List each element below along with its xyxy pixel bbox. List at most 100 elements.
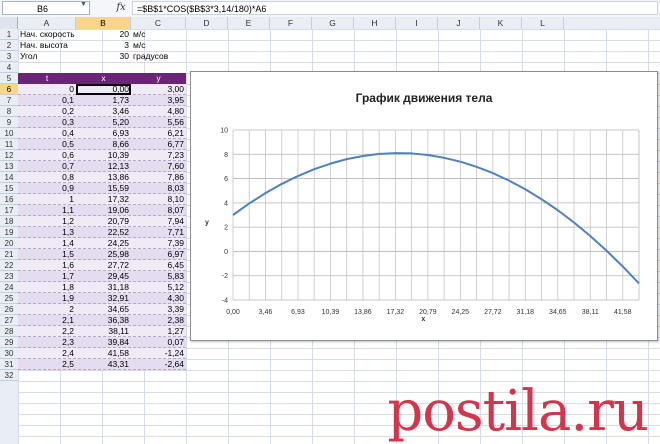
row-header-5[interactable]: 5 <box>0 73 18 84</box>
formula-input[interactable]: =$B$1*COS($B$3*3,14/180)*A6 <box>132 1 658 15</box>
table-cell-x[interactable]: 36,38 <box>76 315 129 326</box>
table-cell-y[interactable]: 3,39 <box>131 304 184 315</box>
table-cell-t[interactable]: 0 <box>18 84 74 95</box>
row-header-27[interactable]: 27 <box>0 315 18 326</box>
row-header-8[interactable]: 8 <box>0 106 18 117</box>
table-cell-t[interactable]: 0,8 <box>18 172 74 183</box>
table-cell-x[interactable]: 5,20 <box>76 117 129 128</box>
row-header-30[interactable]: 30 <box>0 348 18 359</box>
table-cell-x[interactable]: 29,45 <box>76 271 129 282</box>
row-header-20[interactable]: 20 <box>0 238 18 249</box>
table-cell-x[interactable]: 13,86 <box>76 172 129 183</box>
table-cell-x[interactable]: 3,46 <box>76 106 129 117</box>
row-header-1[interactable]: 1 <box>0 29 18 40</box>
table-cell-x[interactable]: 1,73 <box>76 95 129 106</box>
table-cell-t[interactable]: 1,3 <box>18 227 74 238</box>
column-header-e[interactable]: E <box>228 17 270 29</box>
table-cell-t[interactable]: 1,9 <box>18 293 74 304</box>
table-cell-t[interactable]: 0,2 <box>18 106 74 117</box>
row-header-23[interactable]: 23 <box>0 271 18 282</box>
table-cell-t[interactable]: 1,2 <box>18 216 74 227</box>
table-cell-t[interactable]: 2,4 <box>18 348 74 359</box>
row-header-9[interactable]: 9 <box>0 117 18 128</box>
row-header-18[interactable]: 18 <box>0 216 18 227</box>
table-cell-x[interactable]: 19,06 <box>76 205 129 216</box>
table-cell-t[interactable]: 1,7 <box>18 271 74 282</box>
table-cell-x[interactable]: 6,93 <box>76 128 129 139</box>
row-header-29[interactable]: 29 <box>0 337 18 348</box>
table-cell-x[interactable]: 24,25 <box>76 238 129 249</box>
param-value[interactable]: 20 <box>76 29 129 40</box>
table-cell-x[interactable]: 34,65 <box>76 304 129 315</box>
table-cell-t[interactable]: 1,6 <box>18 260 74 271</box>
table-cell-x[interactable]: 22,52 <box>76 227 129 238</box>
table-cell-t[interactable]: 1 <box>18 194 74 205</box>
table-cell-t[interactable]: 0,5 <box>18 139 74 150</box>
column-header-j[interactable]: J <box>438 17 480 29</box>
table-cell-x[interactable]: 15,59 <box>76 183 129 194</box>
table-cell-t[interactable]: 2,3 <box>18 337 74 348</box>
table-cell-y[interactable]: 8,10 <box>131 194 184 205</box>
table-cell-x[interactable]: 43,31 <box>76 359 129 370</box>
column-header-f[interactable]: F <box>270 17 312 29</box>
row-header-12[interactable]: 12 <box>0 150 18 161</box>
row-header-24[interactable]: 24 <box>0 282 18 293</box>
column-header-l[interactable]: L <box>522 17 564 29</box>
table-cell-t[interactable]: 0,1 <box>18 95 74 106</box>
row-header-7[interactable]: 7 <box>0 95 18 106</box>
table-cell-x[interactable]: 27,72 <box>76 260 129 271</box>
row-header-4[interactable]: 4 <box>0 62 18 73</box>
table-cell-y[interactable]: 7,71 <box>131 227 184 238</box>
table-cell-x[interactable]: 31,18 <box>76 282 129 293</box>
row-header-32[interactable]: 32 <box>0 370 18 381</box>
table-header-x[interactable]: x <box>76 73 131 84</box>
table-cell-x[interactable]: 20,79 <box>76 216 129 227</box>
row-header-25[interactable]: 25 <box>0 293 18 304</box>
table-cell-y[interactable]: 8,03 <box>131 183 184 194</box>
column-header-b[interactable]: B <box>76 17 131 29</box>
table-cell-t[interactable]: 0,4 <box>18 128 74 139</box>
row-header-15[interactable]: 15 <box>0 183 18 194</box>
row-header-28[interactable]: 28 <box>0 326 18 337</box>
row-header-2[interactable]: 2 <box>0 40 18 51</box>
table-cell-t[interactable]: 0,6 <box>18 150 74 161</box>
table-cell-t[interactable]: 2,1 <box>18 315 74 326</box>
table-cell-t[interactable]: 0,3 <box>18 117 74 128</box>
table-cell-t[interactable]: 0,9 <box>18 183 74 194</box>
table-cell-y[interactable]: 3,00 <box>131 84 184 95</box>
column-header-h[interactable]: H <box>354 17 396 29</box>
row-header-16[interactable]: 16 <box>0 194 18 205</box>
table-cell-t[interactable]: 2 <box>18 304 74 315</box>
row-header-14[interactable]: 14 <box>0 172 18 183</box>
table-cell-y[interactable]: -1,24 <box>131 348 184 359</box>
table-cell-y[interactable]: 1,27 <box>131 326 184 337</box>
table-cell-y[interactable]: 5,83 <box>131 271 184 282</box>
table-cell-y[interactable]: 2,38 <box>131 315 184 326</box>
function-icon[interactable]: fx <box>112 1 130 15</box>
table-cell-t[interactable]: 0,7 <box>18 161 74 172</box>
param-value[interactable]: 3 <box>76 40 129 51</box>
table-cell-y[interactable]: 4,80 <box>131 106 184 117</box>
table-cell-y[interactable]: 0,07 <box>131 337 184 348</box>
row-header-3[interactable]: 3 <box>0 51 18 62</box>
table-cell-y[interactable]: 6,45 <box>131 260 184 271</box>
row-header-31[interactable]: 31 <box>0 359 18 370</box>
table-cell-y[interactable]: 7,86 <box>131 172 184 183</box>
table-cell-y[interactable]: 8,07 <box>131 205 184 216</box>
table-cell-y[interactable]: 7,60 <box>131 161 184 172</box>
table-cell-x[interactable]: 39,84 <box>76 337 129 348</box>
table-cell-y[interactable]: 6,97 <box>131 249 184 260</box>
table-cell-x[interactable]: 25,98 <box>76 249 129 260</box>
table-cell-t[interactable]: 1,4 <box>18 238 74 249</box>
table-cell-y[interactable]: 7,23 <box>131 150 184 161</box>
row-header-26[interactable]: 26 <box>0 304 18 315</box>
select-all-corner[interactable] <box>0 17 18 29</box>
column-header-i[interactable]: I <box>396 17 438 29</box>
table-cell-t[interactable]: 1,8 <box>18 282 74 293</box>
active-cell-outline[interactable] <box>76 84 131 95</box>
column-header-k[interactable]: K <box>480 17 522 29</box>
row-header-17[interactable]: 17 <box>0 205 18 216</box>
table-cell-x[interactable]: 41,58 <box>76 348 129 359</box>
row-header-11[interactable]: 11 <box>0 139 18 150</box>
table-cell-x[interactable]: 8,66 <box>76 139 129 150</box>
